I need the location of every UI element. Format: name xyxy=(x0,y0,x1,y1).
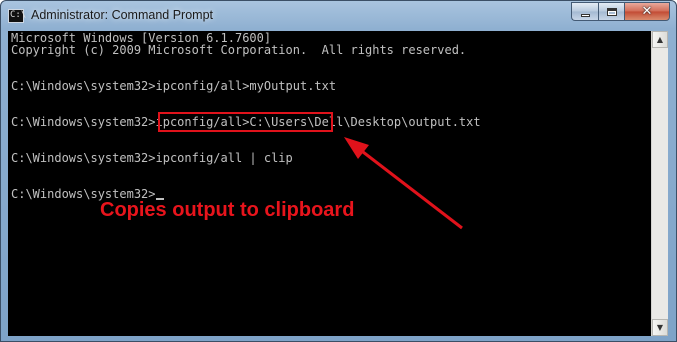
maximize-icon xyxy=(606,7,617,16)
minimize-icon xyxy=(580,13,590,17)
minimize-button[interactable] xyxy=(571,2,598,21)
scroll-down-arrow-icon: ▼ xyxy=(656,323,664,332)
command-prompt-window: C:\ Administrator: Command Prompt ✕ Micr… xyxy=(0,0,677,342)
console-output-area[interactable]: Microsoft Windows [Version 6.1.7600] Cop… xyxy=(8,31,651,336)
scroll-up-button[interactable]: ▲ xyxy=(652,31,668,48)
vertical-scrollbar[interactable]: ▲ ▼ xyxy=(651,31,668,336)
console-app-icon[interactable]: C:\ xyxy=(8,9,26,23)
title-bar[interactable]: C:\ Administrator: Command Prompt ✕ xyxy=(1,1,676,31)
arrow-head xyxy=(344,137,369,159)
maximize-button[interactable] xyxy=(598,2,624,21)
annotation-arrow xyxy=(344,137,463,230)
scroll-down-button[interactable]: ▼ xyxy=(652,319,668,336)
window-title: Administrator: Command Prompt xyxy=(31,8,214,22)
close-button[interactable]: ✕ xyxy=(624,2,670,21)
close-icon: ✕ xyxy=(641,4,653,19)
annotation-label: Copies output to clipboard xyxy=(100,199,355,221)
arrow-shaft xyxy=(349,140,463,230)
caption-buttons: ✕ xyxy=(571,2,670,22)
scroll-up-arrow-icon: ▲ xyxy=(656,35,664,44)
